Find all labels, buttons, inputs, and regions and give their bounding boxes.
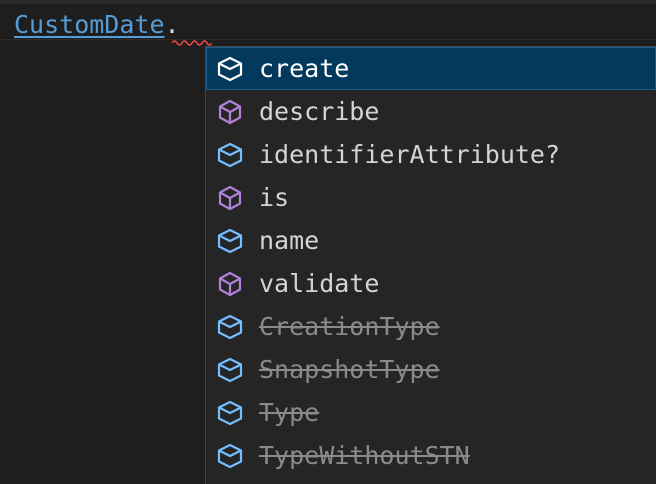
- current-line[interactable]: CustomDate.: [0, 4, 656, 40]
- error-squiggle: [172, 40, 212, 46]
- property-icon: [215, 441, 245, 471]
- suggestion-item[interactable]: describe: [206, 90, 656, 133]
- suggestion-item[interactable]: TypeWithoutSTN: [206, 434, 656, 477]
- property-icon: [215, 398, 245, 428]
- suggestion-item[interactable]: identifierAttribute?: [206, 133, 656, 176]
- suggestion-item[interactable]: Type: [206, 391, 656, 434]
- suggestion-label: CreationType: [259, 312, 440, 341]
- identifier-token[interactable]: CustomDate: [14, 10, 165, 39]
- suggestion-item[interactable]: validate: [206, 262, 656, 305]
- suggestion-label: name: [259, 226, 320, 255]
- suggestion-item[interactable]: CreationType: [206, 305, 656, 348]
- suggestion-label: TypeWithoutSTN: [259, 441, 470, 470]
- code-line[interactable]: CustomDate.: [14, 10, 180, 40]
- property-icon: [215, 54, 245, 84]
- suggestion-item[interactable]: is: [206, 176, 656, 219]
- property-icon: [215, 312, 245, 342]
- code-editor[interactable]: CustomDate. create describe identifierAttr…: [0, 0, 656, 484]
- suggestion-label: SnapshotType: [259, 355, 440, 384]
- method-icon: [215, 269, 245, 299]
- suggestion-label: is: [259, 183, 290, 212]
- suggestion-item[interactable]: name: [206, 219, 656, 262]
- suggestion-label: create: [259, 54, 350, 83]
- suggestion-label: Type: [259, 398, 320, 427]
- member-access-dot: .: [164, 10, 180, 39]
- suggestion-label: validate: [259, 269, 380, 298]
- property-icon: [215, 140, 245, 170]
- property-icon: [215, 355, 245, 385]
- property-icon: [215, 226, 245, 256]
- method-icon: [215, 183, 245, 213]
- suggestion-label: identifierAttribute?: [259, 140, 561, 169]
- suggestion-list: create describe identifierAttribute? is name…: [206, 47, 656, 477]
- suggestion-label: describe: [259, 97, 380, 126]
- suggestion-item[interactable]: create: [206, 47, 656, 90]
- suggest-widget[interactable]: create describe identifierAttribute? is name…: [205, 46, 656, 484]
- method-icon: [215, 97, 245, 127]
- suggestion-item[interactable]: SnapshotType: [206, 348, 656, 391]
